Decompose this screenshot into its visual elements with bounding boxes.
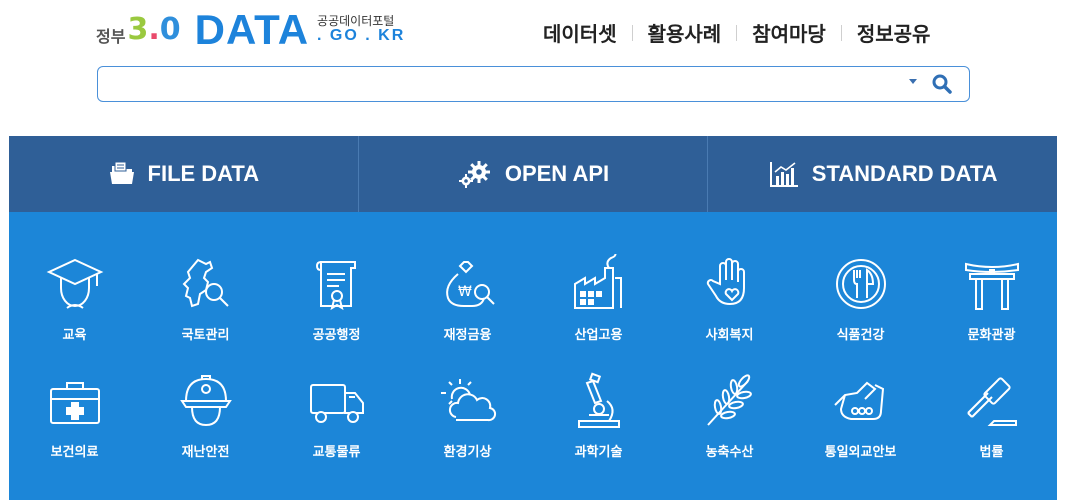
logo-brand: DATA bbox=[194, 6, 310, 53]
top-navigation: 데이터셋 활용사례 참여마당 정보공유 bbox=[543, 18, 930, 47]
tab-file-data[interactable]: FILE DATA bbox=[9, 136, 358, 212]
category-food-health[interactable]: 식품건강 bbox=[795, 252, 926, 369]
svg-text:₩: ₩ bbox=[458, 284, 472, 300]
category-label: 공공행정 bbox=[312, 328, 361, 343]
category-label: 재정금융 bbox=[443, 328, 492, 343]
logo-portal: 공공데이터포털 . GO . KR bbox=[317, 15, 405, 44]
gears-icon bbox=[458, 161, 490, 188]
category-land-management[interactable]: 국토관리 bbox=[140, 252, 271, 369]
search-input[interactable] bbox=[108, 73, 892, 97]
category-label: 농축수산 bbox=[705, 445, 754, 460]
portal-name: 공공데이터포털 bbox=[317, 14, 395, 29]
category-science-tech[interactable]: 과학기술 bbox=[533, 369, 664, 486]
money-bag-icon: ₩ bbox=[445, 261, 495, 307]
map-search-icon bbox=[182, 258, 229, 308]
search-icon bbox=[932, 74, 952, 94]
site-logo[interactable]: 정부 3.0 DATA 공공데이터포털 . GO . KR bbox=[96, 8, 405, 52]
category-label: 과학기술 bbox=[574, 445, 623, 460]
category-grid: 교육 국토관리 공공행정 ₩ 재정금융 산업고용 사회복지 식품건강 문화관광 … bbox=[9, 252, 1057, 486]
category-public-admin[interactable]: 공공행정 bbox=[271, 252, 402, 369]
gavel-icon bbox=[966, 377, 1017, 426]
category-welfare[interactable]: 사회복지 bbox=[664, 252, 795, 369]
category-law[interactable]: 법률 bbox=[926, 369, 1057, 486]
category-label: 교통물류 bbox=[312, 445, 361, 460]
delivery-truck-icon bbox=[309, 384, 364, 423]
tab-open-api[interactable]: OPEN API bbox=[357, 136, 708, 212]
nav-info-share[interactable]: 정보공유 bbox=[857, 18, 931, 47]
category-unification-diplomacy[interactable]: 통일외교안보 bbox=[795, 369, 926, 486]
firefighter-helmet-icon bbox=[179, 375, 232, 427]
portal-domain: . GO . KR bbox=[317, 26, 406, 44]
file-data-icon bbox=[109, 161, 134, 184]
category-label: 환경기상 bbox=[443, 445, 492, 460]
factory-icon bbox=[573, 254, 622, 309]
category-label: 교육 bbox=[62, 328, 87, 343]
torii-gate-icon bbox=[964, 262, 1019, 310]
category-agriculture[interactable]: 농축수산 bbox=[664, 369, 795, 486]
category-panel: 교육 국토관리 공공행정 ₩ 재정금융 산업고용 사회복지 식품건강 문화관광 … bbox=[9, 212, 1057, 500]
handshake-icon bbox=[833, 381, 884, 420]
graduation-cap-icon bbox=[46, 258, 103, 309]
category-label: 재난안전 bbox=[181, 445, 230, 460]
nav-dataset[interactable]: 데이터셋 bbox=[543, 18, 617, 47]
category-finance[interactable]: ₩ 재정금융 bbox=[402, 252, 533, 369]
category-label: 통일외교안보 bbox=[824, 445, 897, 460]
bar-chart-icon bbox=[769, 162, 798, 187]
search-button[interactable] bbox=[931, 73, 953, 95]
category-education[interactable]: 교육 bbox=[9, 252, 140, 369]
tab-open-api-label: OPEN API bbox=[504, 161, 610, 186]
category-transport[interactable]: 교통물류 bbox=[271, 369, 402, 486]
nav-divider bbox=[736, 24, 738, 41]
first-aid-kit-icon bbox=[49, 382, 100, 424]
tab-standard-data[interactable]: STANDARD DATA bbox=[707, 136, 1057, 212]
certificate-scroll-icon bbox=[315, 261, 356, 311]
category-culture-tourism[interactable]: 문화관광 bbox=[926, 252, 1057, 369]
category-label: 법률 bbox=[979, 445, 1004, 460]
category-industry[interactable]: 산업고용 bbox=[533, 252, 664, 369]
nav-use-cases[interactable]: 활용사례 bbox=[648, 18, 722, 47]
hand-heart-icon bbox=[706, 258, 745, 306]
category-label: 산업고용 bbox=[574, 328, 623, 343]
category-label: 보건의료 bbox=[50, 445, 99, 460]
category-label: 식품건강 bbox=[836, 328, 885, 343]
category-disaster-safety[interactable]: 재난안전 bbox=[140, 369, 271, 486]
category-label: 국토관리 bbox=[181, 328, 230, 343]
nav-participation[interactable]: 참여마당 bbox=[752, 18, 826, 47]
category-healthcare[interactable]: 보건의료 bbox=[9, 369, 140, 486]
category-environment-weather[interactable]: 환경기상 bbox=[402, 369, 533, 486]
tab-file-data-label: FILE DATA bbox=[147, 161, 260, 186]
data-type-tabs: FILE DATA OPEN API STANDARD DATA bbox=[9, 136, 1057, 212]
search-bar bbox=[97, 66, 970, 102]
sun-cloud-icon bbox=[440, 379, 496, 422]
logo-gov-text: 정부 bbox=[96, 27, 126, 46]
microscope-icon bbox=[577, 372, 620, 428]
search-dropdown-toggle[interactable] bbox=[909, 79, 917, 84]
nav-divider bbox=[840, 24, 842, 41]
fork-knife-plate-icon bbox=[835, 259, 886, 309]
category-label: 사회복지 bbox=[705, 328, 754, 343]
category-label: 문화관광 bbox=[967, 328, 1016, 343]
wheat-icon bbox=[706, 374, 752, 426]
tab-standard-data-label: STANDARD DATA bbox=[811, 161, 998, 186]
nav-divider bbox=[631, 24, 633, 41]
logo-version: 3.0 bbox=[127, 11, 181, 47]
